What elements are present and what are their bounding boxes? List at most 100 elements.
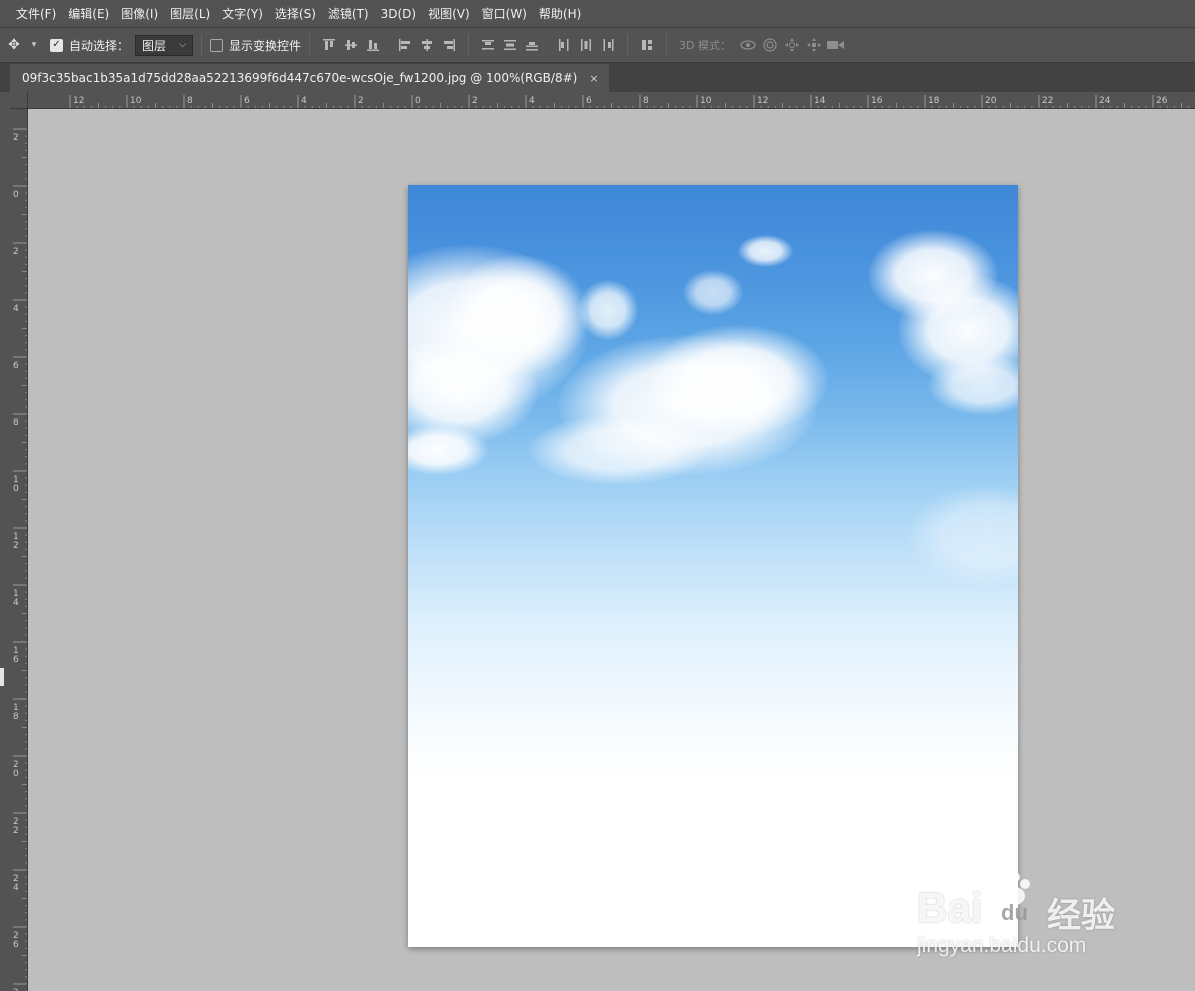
3d-roll-icon[interactable] bbox=[759, 34, 781, 56]
menu-window[interactable]: 窗口(W) bbox=[476, 0, 533, 27]
3d-camera-icon[interactable] bbox=[825, 34, 847, 56]
divider bbox=[627, 34, 629, 56]
ruler-tick-label: 2 bbox=[13, 247, 19, 257]
align-bottom-icon[interactable] bbox=[362, 34, 384, 56]
cloud-shape bbox=[578, 280, 638, 340]
distribute-bottom-icon[interactable] bbox=[521, 34, 543, 56]
align-horizontal-center-icon[interactable] bbox=[416, 34, 438, 56]
ruler-tick-label: 0 bbox=[13, 769, 19, 779]
document-tab[interactable]: 09f3c35bac1b35a1d75dd28aa52213699f6d447c… bbox=[10, 64, 609, 92]
ruler-tick-label: 18 bbox=[928, 96, 940, 106]
menu-type[interactable]: 文字(Y) bbox=[216, 0, 269, 27]
vertical-ruler[interactable]: 2024681012141618202224262 bbox=[10, 109, 28, 991]
menu-filter[interactable]: 滤镜(T) bbox=[322, 0, 375, 27]
align-left-icon[interactable] bbox=[394, 34, 416, 56]
ruler-tick-label: 4 bbox=[529, 96, 535, 106]
ruler-tick-label: 2 bbox=[13, 826, 19, 836]
align-top-icon[interactable] bbox=[318, 34, 340, 56]
watermark-suffix: 经验 bbox=[1047, 897, 1115, 935]
ruler-tick-label: 4 bbox=[13, 598, 19, 608]
align-vertical-center-icon[interactable] bbox=[340, 34, 362, 56]
watermark-url: jingyan.baidu.com bbox=[917, 934, 1087, 957]
cloud-shape bbox=[908, 485, 1018, 585]
distribute-top-icon[interactable] bbox=[477, 34, 499, 56]
watermark-paw-text: du bbox=[1001, 900, 1028, 925]
document-tab-bar: 09f3c35bac1b35a1d75dd28aa52213699f6d447c… bbox=[0, 63, 1195, 92]
cloud-shape bbox=[648, 325, 828, 435]
cloud-shape bbox=[683, 270, 743, 315]
ruler-tick-label: 12 bbox=[757, 96, 768, 106]
ruler-tick-label: 8 bbox=[187, 96, 193, 106]
ruler-tick-label: 0 bbox=[13, 484, 19, 494]
menu-help[interactable]: 帮助(H) bbox=[533, 0, 587, 27]
distribute-horizontal-center-icon[interactable] bbox=[575, 34, 597, 56]
3d-orbit-icon[interactable] bbox=[737, 34, 759, 56]
ruler-tick-label: 4 bbox=[13, 883, 19, 893]
ruler-tick-label: 2 bbox=[358, 96, 364, 106]
baidu-jingyan-watermark: Bai du 经验 jingyan.baidu.com bbox=[915, 862, 1135, 966]
chevron-down-icon: ⌵ bbox=[179, 40, 187, 50]
menu-file[interactable]: 文件(F) bbox=[10, 0, 62, 27]
ruler-tick-label: 6 bbox=[244, 96, 250, 106]
ruler-tick-label: 8 bbox=[13, 712, 19, 722]
divider bbox=[468, 34, 470, 56]
ruler-tick-label: 12 bbox=[73, 96, 84, 106]
ruler-tick-label: 6 bbox=[13, 940, 19, 950]
3d-pan-icon[interactable] bbox=[781, 34, 803, 56]
ruler-tick-label: 0 bbox=[415, 96, 421, 106]
ruler-tick-label: 6 bbox=[13, 361, 19, 371]
close-icon[interactable]: × bbox=[589, 72, 598, 85]
ruler-tick-label: 14 bbox=[814, 96, 826, 106]
show-transform-label: 显示变换控件 bbox=[229, 38, 302, 53]
ruler-tick-label: 6 bbox=[586, 96, 592, 106]
divider bbox=[201, 34, 203, 56]
divider bbox=[309, 34, 311, 56]
ruler-tick-label: 16 bbox=[871, 96, 883, 106]
ruler-origin[interactable] bbox=[10, 92, 28, 109]
ruler-tick-label: 0 bbox=[13, 190, 19, 200]
menu-3d[interactable]: 3D(D) bbox=[375, 0, 422, 27]
menu-layer[interactable]: 图层(L) bbox=[164, 0, 216, 27]
distribute-right-icon[interactable] bbox=[597, 34, 619, 56]
ruler-tick-label: 10 bbox=[700, 96, 712, 106]
tool-preset-chevron-icon[interactable]: ▾ bbox=[28, 40, 40, 50]
distribute-vertical-center-icon[interactable] bbox=[499, 34, 521, 56]
auto-select-target-dropdown[interactable]: 图层 ⌵ bbox=[135, 34, 194, 56]
active-tool-indicator bbox=[0, 668, 4, 686]
ruler-tick-label: 2 bbox=[472, 96, 478, 106]
3d-slide-icon[interactable] bbox=[803, 34, 825, 56]
auto-select-label: 自动选择： bbox=[69, 38, 130, 53]
ruler-tick-label: 24 bbox=[1099, 96, 1111, 106]
ruler-tick-label: 20 bbox=[985, 96, 997, 106]
ruler-tick-label: 8 bbox=[13, 418, 19, 428]
cloud-shape bbox=[928, 355, 1018, 415]
document-tab-title: 09f3c35bac1b35a1d75dd28aa52213699f6d447c… bbox=[22, 71, 578, 85]
align-right-icon[interactable] bbox=[438, 34, 460, 56]
ruler-tick-label: 8 bbox=[643, 96, 649, 106]
ruler-tick-label: 2 bbox=[13, 133, 19, 143]
menu-edit[interactable]: 编辑(E) bbox=[62, 0, 115, 27]
cloud-shape bbox=[738, 235, 793, 267]
ruler-tick-label: 10 bbox=[130, 96, 142, 106]
canvas-workspace[interactable] bbox=[28, 109, 1195, 991]
options-bar: ✥ ▾ ✓ 自动选择： 图层 ⌵ 显示变换控件 3D 模式： bbox=[0, 27, 1195, 63]
menu-select[interactable]: 选择(S) bbox=[269, 0, 322, 27]
document-canvas[interactable] bbox=[408, 185, 1018, 947]
ruler-tick-label: 22 bbox=[1042, 96, 1053, 106]
move-tool-icon[interactable]: ✥ bbox=[0, 37, 28, 53]
horizontal-ruler[interactable]: 12 10 8 6 4 2 0 2 4 6 8 10 12 14 16 18 20 22 24 26 bbox=[28, 92, 1195, 109]
3d-mode-label: 3D 模式： bbox=[679, 39, 731, 52]
divider bbox=[666, 34, 668, 56]
menu-image[interactable]: 图像(I) bbox=[115, 0, 164, 27]
distribute-left-icon[interactable] bbox=[553, 34, 575, 56]
menu-view[interactable]: 视图(V) bbox=[422, 0, 476, 27]
auto-select-target-value: 图层 bbox=[142, 38, 167, 53]
auto-select-checkbox[interactable]: ✓ bbox=[50, 38, 63, 52]
ruler-tick-label: 2 bbox=[13, 541, 19, 551]
ruler-tick-label: 4 bbox=[301, 96, 307, 106]
ruler-tick-label: 4 bbox=[13, 304, 19, 314]
auto-align-icon[interactable] bbox=[636, 34, 658, 56]
ruler-tick-label: 26 bbox=[1156, 96, 1168, 106]
cloud-shape bbox=[528, 415, 708, 485]
show-transform-checkbox[interactable] bbox=[210, 38, 224, 52]
